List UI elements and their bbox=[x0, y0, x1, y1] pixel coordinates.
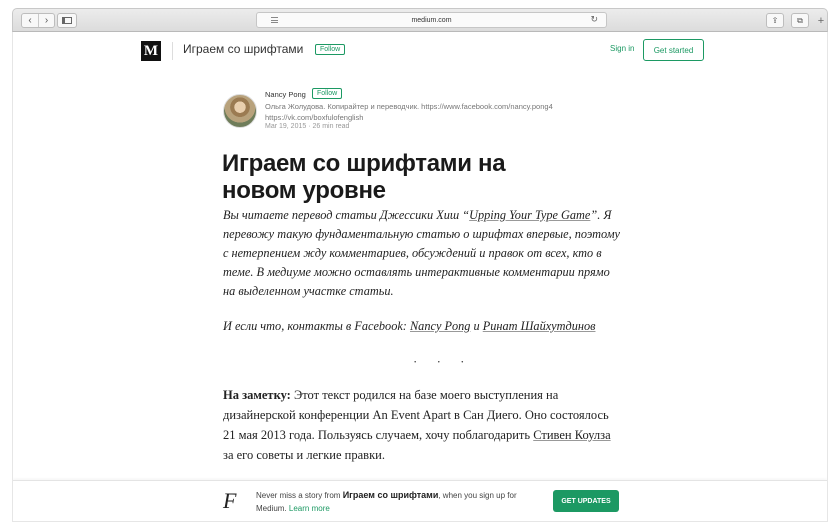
subscribe-banner: F Never miss a story from Играем со шриф… bbox=[13, 480, 827, 521]
publication-logo-icon: F bbox=[223, 488, 237, 513]
reader-icon[interactable] bbox=[271, 17, 278, 23]
original-article-link[interactable]: Upping Your Type Game bbox=[469, 208, 590, 222]
article-lead: Вы читаете перевод статьи Джессики Хиш “… bbox=[223, 206, 623, 301]
sidebar-toggle-button[interactable] bbox=[57, 13, 77, 28]
article-title: Играем со шрифтами на новом уровне bbox=[222, 150, 506, 204]
browser-toolbar: ‹ › medium.com ↻ ⇪ ⧉ + bbox=[12, 8, 828, 32]
contacts-and: и bbox=[470, 319, 483, 333]
publication-title[interactable]: Играем со шрифтами bbox=[183, 42, 303, 56]
lead-text-1: Вы читаете перевод статьи Джессики Хиш “ bbox=[223, 208, 470, 222]
learn-more-link[interactable]: Learn more bbox=[289, 504, 330, 513]
author-avatar[interactable] bbox=[223, 94, 257, 128]
forward-button[interactable]: › bbox=[38, 14, 54, 27]
contacts-prefix: И если что, контакты в Facebook: bbox=[223, 319, 410, 333]
medium-logo-icon[interactable]: M bbox=[141, 41, 161, 61]
banner-text: Never miss a story from Играем со шрифта… bbox=[256, 489, 526, 515]
get-started-button[interactable]: Get started bbox=[643, 39, 704, 61]
author-bio: Ольга Жолудова. Копирайтер и переводчик.… bbox=[265, 102, 553, 122]
get-updates-button[interactable]: GET UPDATES bbox=[553, 490, 619, 512]
share-icon: ⇪ bbox=[771, 16, 779, 25]
nav-buttons: ‹ › bbox=[21, 13, 55, 28]
post-date: Mar 19, 2015 bbox=[265, 123, 307, 130]
read-time: 26 min read bbox=[312, 123, 350, 130]
tabs-overview-button[interactable]: ⧉ bbox=[791, 13, 809, 28]
chevron-left-icon: ‹ bbox=[28, 14, 32, 26]
sign-in-link[interactable]: Sign in bbox=[610, 44, 634, 53]
contacts-paragraph: И если что, контакты в Facebook: Nancy P… bbox=[223, 317, 623, 336]
url-text: medium.com bbox=[411, 16, 452, 24]
back-button[interactable]: ‹ bbox=[22, 14, 38, 27]
new-tab-button[interactable]: + bbox=[815, 13, 827, 28]
sidebar-icon bbox=[62, 17, 72, 24]
address-bar[interactable]: medium.com ↻ bbox=[256, 12, 607, 28]
contact-link-rinat[interactable]: Ринат Шайхутдинов bbox=[483, 319, 596, 333]
share-button[interactable]: ⇪ bbox=[766, 13, 784, 28]
note-label: На заметку: bbox=[223, 388, 291, 402]
post-meta: Mar 19, 2015 · 26 min read bbox=[265, 123, 349, 130]
publication-header: M Играем со шрифтами Follow Sign in Get … bbox=[13, 32, 827, 70]
banner-publication: Играем со шрифтами bbox=[342, 490, 439, 500]
publication-follow-button[interactable]: Follow bbox=[315, 44, 346, 55]
section-separator: · · · bbox=[413, 354, 473, 369]
tabs-icon: ⧉ bbox=[797, 15, 803, 25]
contact-link-nancy[interactable]: Nancy Pong bbox=[410, 319, 470, 333]
author-name[interactable]: Nancy Pong bbox=[265, 90, 306, 99]
reload-icon[interactable]: ↻ bbox=[590, 14, 598, 25]
stephen-coles-link[interactable]: Стивен Коулза bbox=[533, 428, 610, 442]
plus-icon: + bbox=[817, 14, 825, 27]
note-paragraph: На заметку: Этот текст родился на базе м… bbox=[223, 385, 623, 465]
web-page: M Играем со шрифтами Follow Sign in Get … bbox=[12, 32, 828, 521]
window-bottom-edge bbox=[12, 521, 828, 522]
chevron-right-icon: › bbox=[44, 14, 49, 26]
banner-prefix: Never miss a story from bbox=[256, 491, 343, 500]
author-follow-button[interactable]: Follow bbox=[312, 88, 343, 99]
note-end: за его советы и легкие правки. bbox=[223, 448, 385, 462]
header-divider bbox=[172, 42, 173, 60]
